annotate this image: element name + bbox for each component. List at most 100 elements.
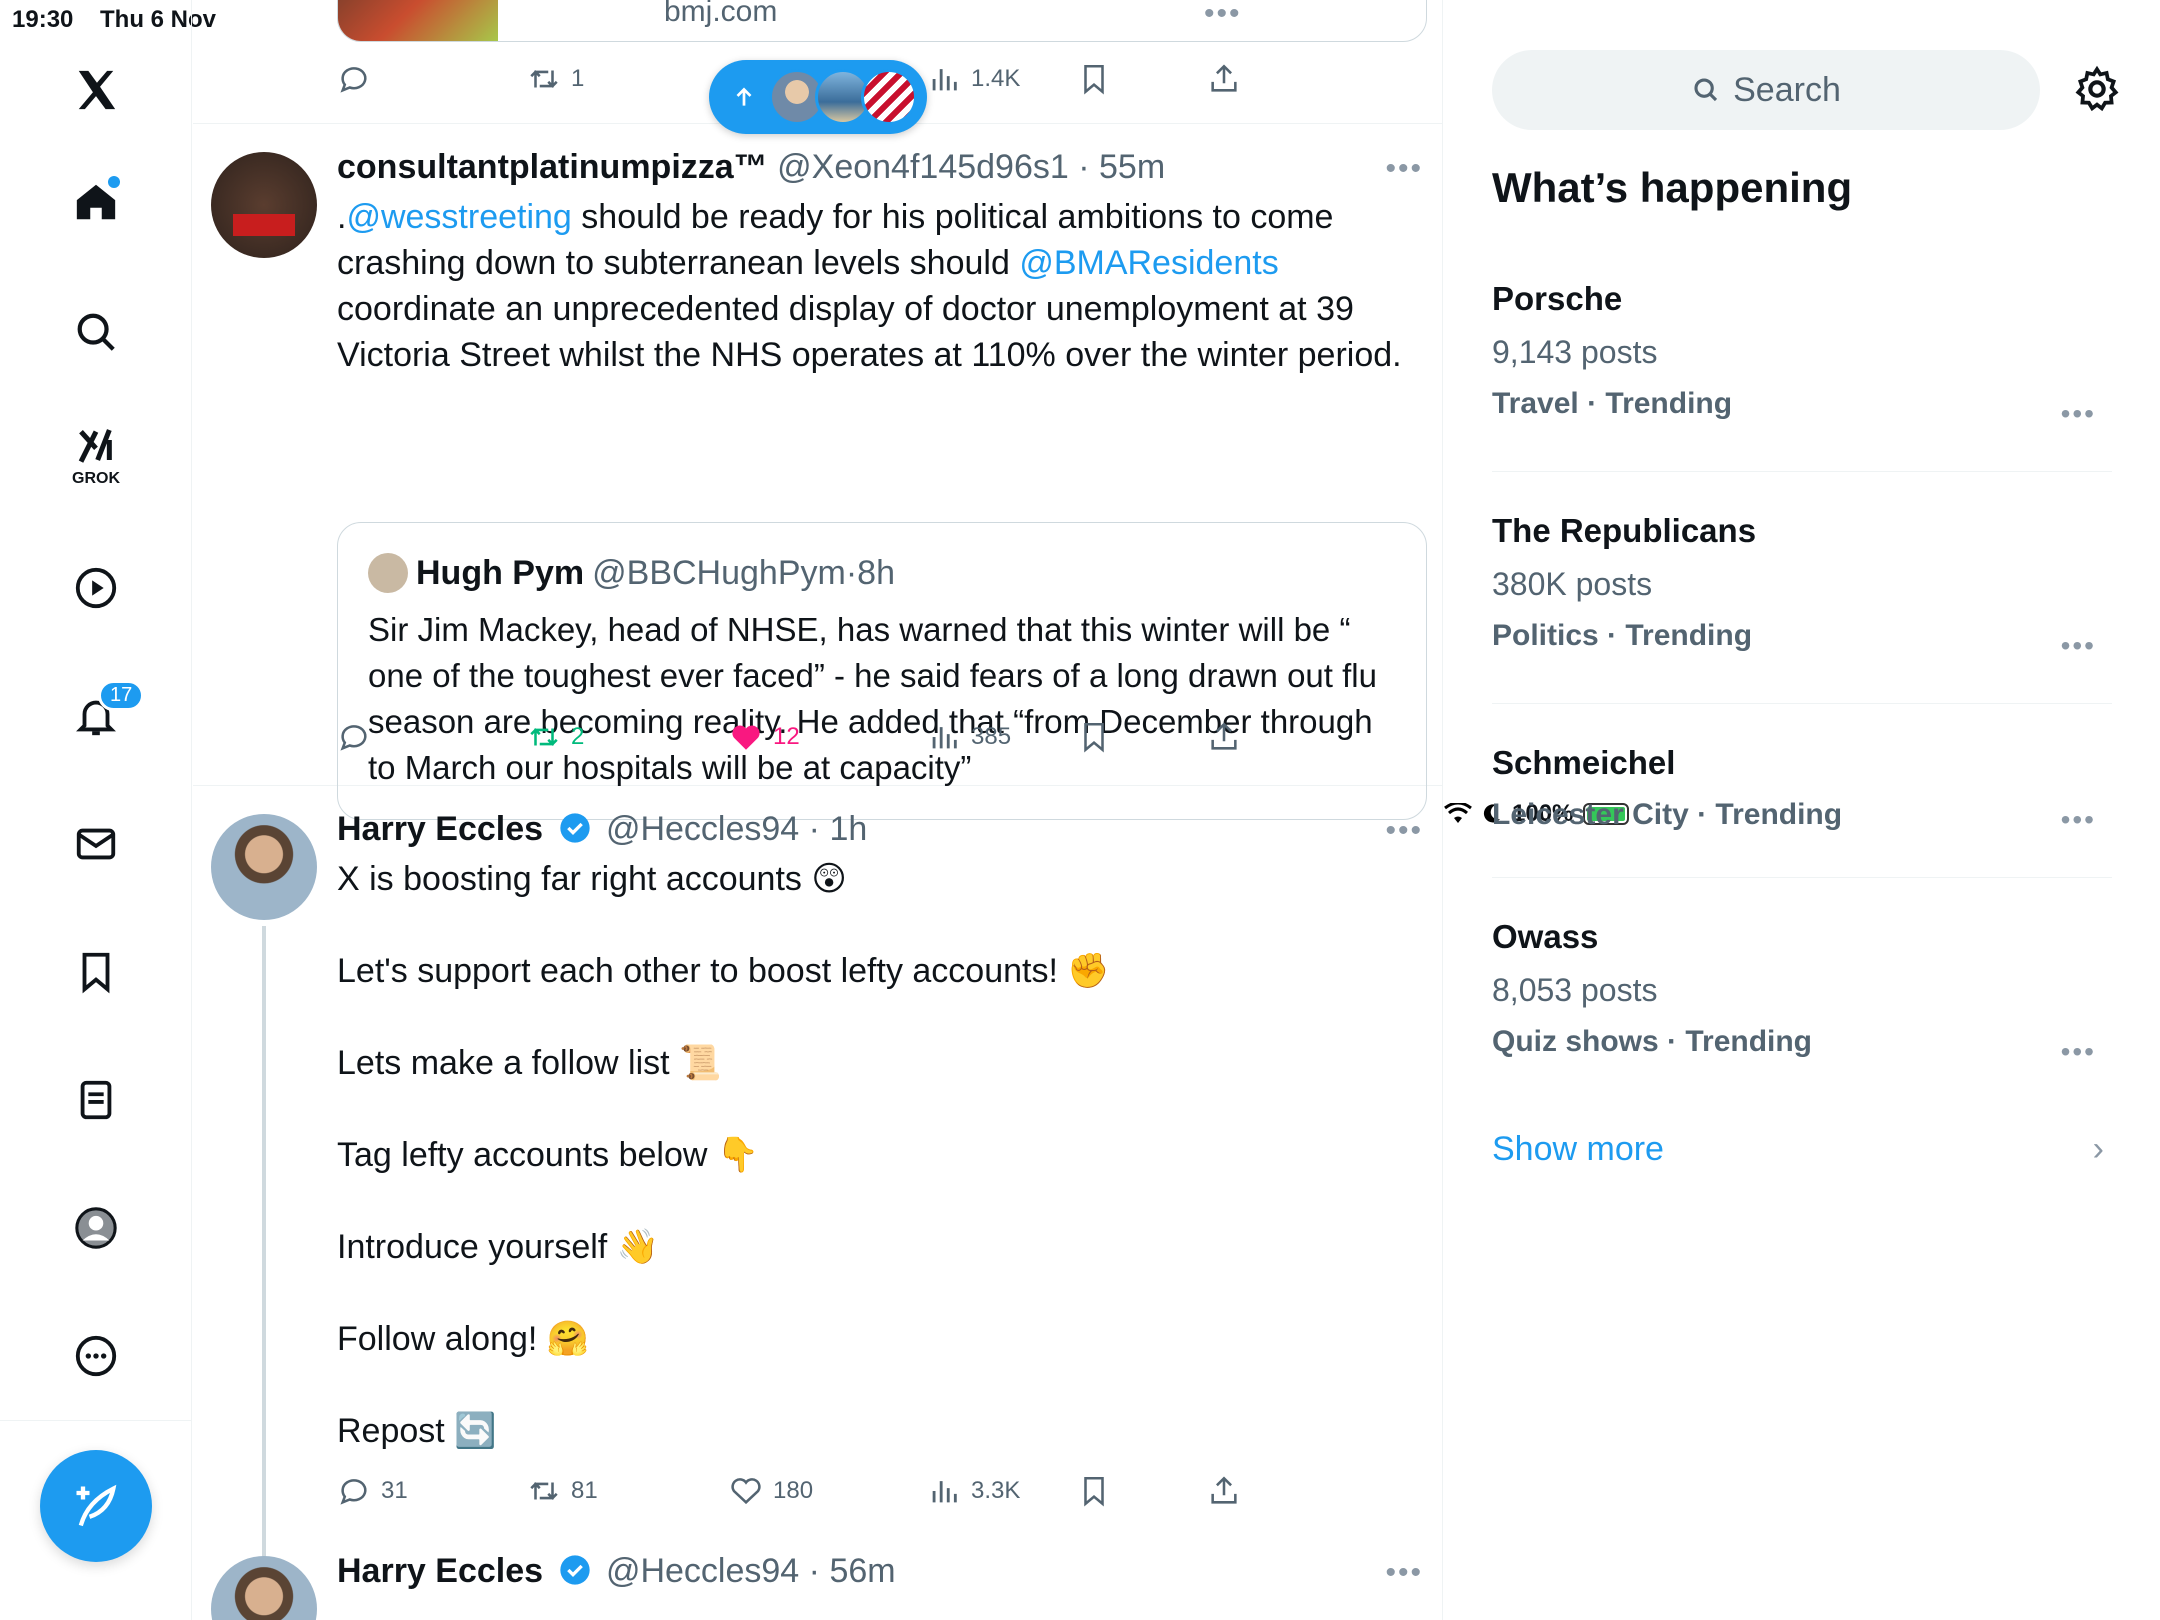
tweet-more-options[interactable]: ••• xyxy=(1385,1556,1423,1590)
author-name[interactable]: Harry Eccles xyxy=(337,810,543,848)
author-avatar[interactable] xyxy=(211,1556,317,1620)
tweet-line: Let's support each other to boost lefty … xyxy=(337,952,1110,990)
retweet-button[interactable]: 1 xyxy=(527,62,584,96)
new-posts-pill[interactable] xyxy=(709,60,927,134)
trend-name: Owass xyxy=(1492,918,1599,955)
bookmark-button[interactable] xyxy=(1077,720,1111,754)
like-button[interactable]: 12 xyxy=(729,720,800,754)
mention-link[interactable]: @BMAResidents xyxy=(1019,244,1278,282)
home-icon[interactable] xyxy=(64,170,128,234)
quoted-tweet[interactable]: Hugh Pym @BBCHughPym · 8h Sir Jim Mackey, … xyxy=(337,522,1427,820)
reply-count: 31 xyxy=(381,1477,408,1504)
views-button[interactable]: 385 xyxy=(927,720,1011,754)
trend-item[interactable]: The Republicans 380K posts Politics · Tr… xyxy=(1492,512,2112,704)
tweet-more-options[interactable]: ••• xyxy=(1385,814,1423,848)
bookmark-icon xyxy=(1084,722,1104,753)
tweet-time[interactable]: 1h xyxy=(829,810,867,848)
quoted-author-avatar xyxy=(368,553,408,593)
compose-post-button[interactable] xyxy=(40,1450,152,1562)
retweet-count: 2 xyxy=(571,723,585,750)
tweet-time[interactable]: 56m xyxy=(829,1552,895,1590)
lists-icon[interactable] xyxy=(64,1068,128,1132)
author-handle[interactable]: @Xeon4f145d96s1 xyxy=(777,148,1069,186)
author-name[interactable]: consultantplatinumpizza™ xyxy=(337,148,768,186)
tweet-time[interactable]: 55m xyxy=(1099,148,1165,186)
quoted-tweet-time: 8h xyxy=(857,553,895,592)
trend-item[interactable]: Owass 8,053 posts Quiz shows · Trending … xyxy=(1492,918,2112,1098)
tweet-more-options[interactable]: ••• xyxy=(1385,152,1423,186)
nav-divider xyxy=(0,1420,192,1421)
search-input[interactable]: Search xyxy=(1492,50,2040,130)
reply-icon xyxy=(340,67,367,93)
retweet-button[interactable]: 2 xyxy=(527,720,584,754)
quoted-tweet-text: Sir Jim Mackey, head of NHSE, has warned… xyxy=(368,611,1377,786)
reply-button[interactable] xyxy=(337,62,371,96)
tweet-harry-eccles-reply[interactable]: Harry Eccles @Heccles94 · 56m ••• xyxy=(193,1552,1442,1620)
trend-post-count: 9,143 posts xyxy=(1492,334,1658,370)
like-count: 180 xyxy=(773,1477,814,1504)
trend-more-options[interactable]: ••• xyxy=(2061,804,2096,836)
trend-name: Porsche xyxy=(1492,280,1623,317)
views-count: 1.4K xyxy=(971,65,1021,92)
retweet-icon xyxy=(530,728,558,746)
more-options-icon[interactable] xyxy=(64,1324,128,1388)
like-button[interactable]: 180 xyxy=(729,1474,813,1508)
bookmarks-icon[interactable] xyxy=(64,940,128,1004)
whats-happening-title: What’s happening xyxy=(1492,164,1853,211)
right-sidebar: Search What’s happening Porsche 9,143 po… xyxy=(1444,0,2160,1620)
views-button[interactable]: 1.4K xyxy=(927,62,1020,96)
bookmark-button[interactable] xyxy=(1077,62,1111,96)
reply-button[interactable] xyxy=(337,720,371,754)
x-logo-icon[interactable] xyxy=(64,58,128,122)
bookmark-icon xyxy=(1084,1476,1104,1507)
views-button[interactable]: 3.3K xyxy=(927,1474,1020,1508)
quoted-author-handle: @BBCHughPym xyxy=(592,553,846,592)
author-handle[interactable]: @Heccles94 xyxy=(606,810,799,848)
tweet-consultantplatinumpizza[interactable]: consultantplatinumpizza™ @Xeon4f145d96s1… xyxy=(193,124,1442,820)
grok-label: GROK xyxy=(72,470,120,487)
trend-more-options[interactable]: ••• xyxy=(2061,630,2096,662)
trend-item[interactable]: Porsche 9,143 posts Travel · Trending ••… xyxy=(1492,280,2112,472)
profile-avatar-icon[interactable] xyxy=(64,1196,128,1260)
reply-button[interactable]: 31 xyxy=(337,1474,408,1508)
heart-filled-icon xyxy=(732,725,760,750)
mention-link[interactable]: @wesstreeting xyxy=(346,198,571,236)
retweet-count: 81 xyxy=(571,1477,598,1504)
author-name[interactable]: Harry Eccles xyxy=(337,1552,543,1590)
retweet-count: 1 xyxy=(571,65,585,92)
views-chart-icon xyxy=(932,727,957,749)
video-play-icon[interactable] xyxy=(64,556,128,620)
grok-icon[interactable]: GROK xyxy=(64,420,128,487)
tweet-harry-eccles[interactable]: Harry Eccles @Heccles94 · 1h ••• X is bo… xyxy=(193,786,1442,1620)
tweet-actions: 2 12 385 xyxy=(337,720,1337,760)
meta-separator: · xyxy=(845,553,858,592)
search-placeholder: Search xyxy=(1733,70,1841,109)
reply-icon xyxy=(340,1479,367,1505)
show-more-link[interactable]: Show more › xyxy=(1492,1130,2112,1169)
tweet-header: Harry Eccles @Heccles94 · 56m xyxy=(337,1552,896,1591)
author-avatar[interactable] xyxy=(211,814,317,920)
retweet-button[interactable]: 81 xyxy=(527,1474,598,1508)
trend-item[interactable]: Schmeichel Leicester City · Trending ••• xyxy=(1492,744,2112,878)
tweet-line: Introduce yourself 👋 xyxy=(337,1228,660,1266)
bookmark-button[interactable] xyxy=(1077,1474,1111,1508)
share-button[interactable] xyxy=(1207,1474,1241,1508)
like-count: 12 xyxy=(773,723,800,750)
messages-envelope-icon[interactable] xyxy=(64,812,128,876)
trend-more-options[interactable]: ••• xyxy=(2061,1036,2096,1068)
share-button[interactable] xyxy=(1207,62,1241,96)
author-avatar[interactable] xyxy=(211,152,317,258)
share-button[interactable] xyxy=(1207,720,1241,754)
chevron-right-icon: › xyxy=(2092,1130,2104,1168)
link-card[interactable]: bmj.com ••• xyxy=(337,0,1427,42)
tweet-header: Harry Eccles @Heccles94 · 1h xyxy=(337,810,867,849)
settings-gear-icon[interactable] xyxy=(2072,64,2122,114)
notifications-bell-icon[interactable]: 17 xyxy=(64,680,145,748)
compose-feather-icon xyxy=(76,1484,117,1527)
heart-icon xyxy=(731,1478,761,1505)
media-more-dots[interactable]: ••• xyxy=(1204,0,1242,31)
thread-connector-line xyxy=(262,926,266,1620)
explore-search-icon[interactable] xyxy=(64,300,128,364)
author-handle[interactable]: @Heccles94 xyxy=(606,1552,799,1590)
trend-more-options[interactable]: ••• xyxy=(2061,398,2096,430)
